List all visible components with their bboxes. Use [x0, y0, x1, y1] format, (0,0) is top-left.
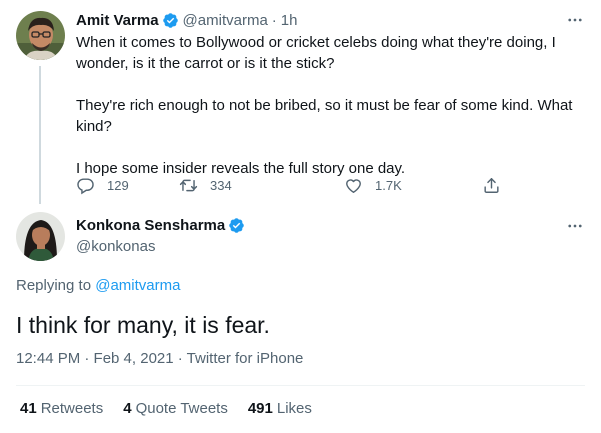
thread-connector-line — [39, 66, 41, 204]
parent-tweet-paragraph: When it comes to Bollywood or cricket ce… — [76, 34, 556, 72]
replying-to-label: Replying to — [16, 277, 92, 294]
more-icon[interactable] — [565, 216, 585, 236]
parent-author-handle[interactable]: @amitvarma — [183, 12, 268, 29]
share-icon — [484, 177, 499, 193]
quote-tweets-stat[interactable]: 4 Quote Tweets — [123, 400, 228, 417]
heart-icon — [346, 178, 361, 193]
parent-tweet-time[interactable]: 1h — [281, 12, 298, 29]
main-author-handle[interactable]: @konkonas — [76, 238, 155, 255]
avatar-image — [16, 11, 65, 60]
likes-stat[interactable]: 491 Likes — [248, 400, 312, 417]
replying-to-line: Replying to @amitvarma — [16, 277, 180, 294]
retweets-stat[interactable]: 41 Retweets — [20, 400, 103, 417]
engagement-stats: 41 Retweets 4 Quote Tweets 491 Likes — [20, 400, 332, 417]
retweets-count: 41 — [20, 400, 37, 417]
avatar-image — [16, 212, 65, 261]
verified-badge-icon — [162, 12, 179, 29]
quote-tweets-label: Quote Tweets — [135, 400, 228, 417]
retweet-button[interactable]: 334 — [179, 173, 232, 197]
share-button[interactable] — [482, 173, 513, 197]
main-tweet-text: I think for many, it is fear. — [16, 312, 270, 338]
verified-badge-icon — [228, 217, 245, 234]
more-icon[interactable] — [565, 10, 585, 30]
reply-icon — [77, 177, 94, 194]
parent-author-name[interactable]: Amit Varma — [76, 12, 159, 29]
quote-tweets-count: 4 — [123, 400, 132, 417]
like-count: 1.7K — [375, 177, 402, 193]
replying-to-handle-link[interactable]: @amitvarma — [95, 277, 180, 294]
separator-dot: · — [271, 11, 277, 29]
parent-tweet-text: When it comes to Bollywood or cricket ce… — [76, 32, 586, 179]
retweet-count: 334 — [210, 177, 232, 193]
main-tweet-meta[interactable]: 12:44 PM · Feb 4, 2021 · Twitter for iPh… — [16, 350, 303, 367]
likes-label: Likes — [276, 400, 312, 417]
parent-tweet-paragraph: They're rich enough to not be bribed, so… — [76, 97, 573, 135]
likes-count: 491 — [247, 400, 273, 417]
retweets-label: Retweets — [40, 400, 104, 417]
retweet-icon — [179, 179, 198, 191]
divider — [16, 385, 585, 386]
avatar-konkona-sensharma[interactable] — [16, 212, 65, 261]
avatar-amit-varma[interactable] — [16, 11, 65, 60]
main-tweet-author: Konkona Sensharma — [76, 217, 249, 234]
reply-button[interactable]: 129 — [76, 173, 129, 197]
parent-tweet-actions: 129 334 1.7K — [76, 173, 506, 197]
main-author-name[interactable]: Konkona Sensharma — [76, 217, 225, 234]
reply-count: 129 — [107, 177, 129, 193]
like-button[interactable]: 1.7K — [344, 173, 402, 197]
parent-tweet-header: Amit Varma @amitvarma · 1h — [76, 10, 297, 30]
